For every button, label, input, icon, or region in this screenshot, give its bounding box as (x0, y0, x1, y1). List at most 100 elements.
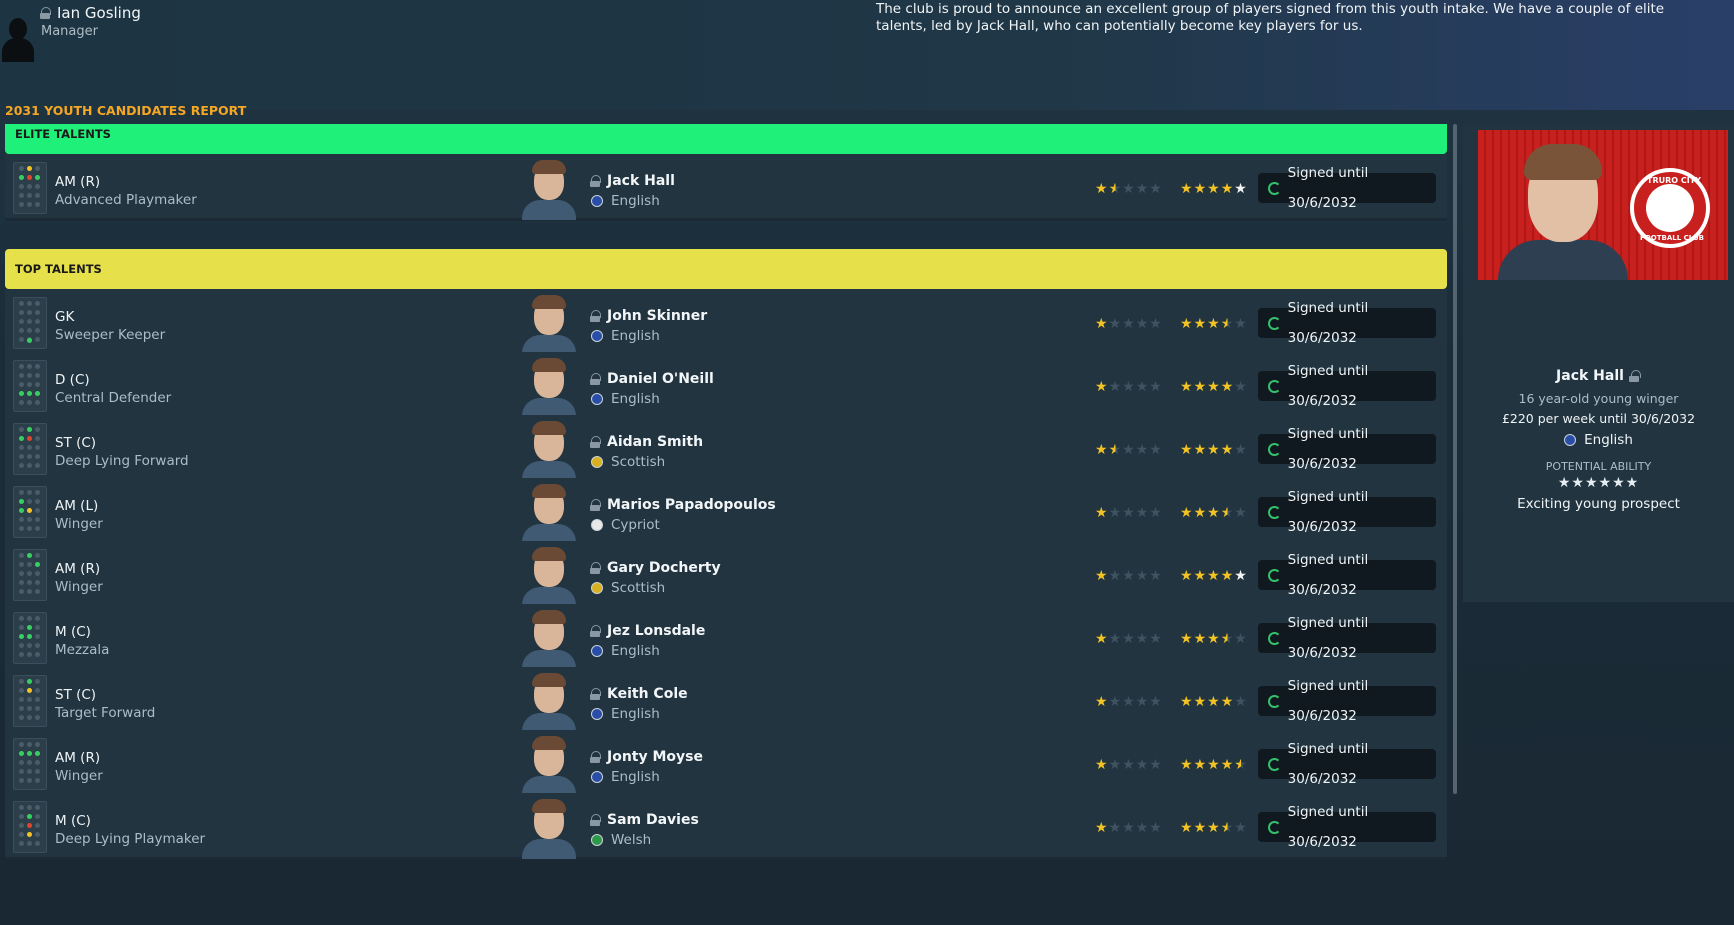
player-face[interactable] (520, 547, 578, 607)
contract-status: Signed until 30/6/2032 (1287, 165, 1369, 211)
current-ability-stars: ★★★★★ (1095, 694, 1163, 710)
potential-ability-stars: ★★★★★ (1180, 631, 1248, 647)
player-row[interactable]: AM (L) Winger Marios Papadopoulos Cypriot ★★… (5, 478, 1447, 545)
contract-status: Signed until 30/6/2032 (1287, 741, 1369, 787)
star-half-icon: ★ (1108, 442, 1123, 458)
player-role: Central Defender (55, 390, 172, 406)
potential-ability-stars: ★★★★★ (1180, 181, 1248, 197)
player-row[interactable]: ST (C) Deep Lying Forward Aidan Smith Scott… (5, 415, 1447, 482)
player-row[interactable]: D (C) Central Defender Daniel O'Neill Engli… (5, 352, 1447, 419)
player-name[interactable]: Aidan Smith (607, 434, 703, 450)
player-row[interactable]: GK Sweeper Keeper John Skinner English ★★★★★… (5, 289, 1447, 356)
star-full-icon: ★ (1207, 379, 1221, 395)
player-face[interactable] (520, 673, 578, 733)
player-face[interactable] (520, 736, 578, 796)
contract-status-button[interactable]: Signed until 30/6/2032 (1258, 741, 1436, 787)
star-full-icon: ★ (1180, 568, 1194, 584)
player-name[interactable]: Jonty Moyse (607, 749, 703, 765)
contract-status-button[interactable]: Signed until 30/6/2032 (1258, 165, 1436, 211)
star-empty-icon: ★ (1149, 379, 1163, 395)
contract-status: Signed until 30/6/2032 (1287, 615, 1369, 661)
player-row[interactable]: AM (R) Winger Gary Docherty Scottish ★★★★★ ★★… (5, 541, 1447, 608)
manager-card[interactable]: Ian Gosling Manager (0, 4, 141, 62)
manager-name[interactable]: Ian Gosling (57, 4, 141, 22)
star-full-icon: ★ (1207, 505, 1221, 521)
star-empty-icon: ★ (1108, 694, 1123, 710)
lock-icon (39, 7, 51, 19)
contract-status-button[interactable]: Signed until 30/6/2032 (1258, 552, 1436, 598)
star-empty-icon: ★ (1135, 820, 1150, 836)
player-row[interactable]: ST (C) Target Forward Keith Cole English ★★★… (5, 667, 1447, 734)
refresh-icon (1268, 820, 1281, 834)
player-face[interactable] (520, 484, 578, 544)
contract-status-button[interactable]: Signed until 30/6/2032 (1258, 804, 1436, 850)
nation-flag-icon (591, 834, 603, 846)
selected-player-name-row[interactable]: Jack Hall (1463, 368, 1734, 384)
current-ability-stars: ★★★★★ (1095, 820, 1163, 836)
list-scrollbar[interactable] (1453, 124, 1457, 794)
contract-status-button[interactable]: Signed until 30/6/2032 (1258, 300, 1436, 346)
star-full-icon: ★ (1193, 505, 1208, 521)
lock-icon (589, 175, 601, 187)
star-empty-icon: ★ (1135, 379, 1150, 395)
player-name[interactable]: Jack Hall (607, 173, 675, 189)
contract-status-button[interactable]: Signed until 30/6/2032 (1258, 363, 1436, 409)
contract-status-button[interactable]: Signed until 30/6/2032 (1258, 426, 1436, 472)
star-empty-icon: ★ (1122, 694, 1136, 710)
star-empty-icon: ★ (1122, 379, 1136, 395)
player-row[interactable]: AM (R) Winger Jonty Moyse English ★★★★★ ★★★★★… (5, 730, 1447, 797)
refresh-icon (1268, 568, 1281, 582)
star-full-icon: ★ (1207, 316, 1221, 332)
header-bar: Ian Gosling Manager The club is proud to… (0, 0, 1734, 110)
lock-icon (589, 688, 601, 700)
star-empty-icon: ★ (1108, 820, 1123, 836)
selected-player-name[interactable]: Jack Hall (1556, 368, 1624, 384)
star-full-icon: ★ (1095, 379, 1109, 395)
player-nationality: Scottish (611, 454, 666, 470)
star-full-icon: ★ (1207, 694, 1221, 710)
player-face[interactable] (520, 421, 578, 481)
refresh-icon (1268, 316, 1281, 330)
player-name[interactable]: Marios Papadopoulos (607, 497, 776, 513)
star-full-icon: ★ (1220, 379, 1235, 395)
player-name[interactable]: Daniel O'Neill (607, 371, 714, 387)
contract-status-button[interactable]: Signed until 30/6/2032 (1258, 678, 1436, 724)
player-position: GK (55, 309, 75, 325)
star-full-icon: ★ (1193, 568, 1208, 584)
current-ability-stars: ★★★★★ (1095, 316, 1163, 332)
player-name[interactable]: Jez Lonsdale (607, 623, 705, 639)
player-name[interactable]: Keith Cole (607, 686, 688, 702)
player-role: Winger (55, 768, 103, 784)
lock-icon (589, 373, 601, 385)
lock-icon (589, 436, 601, 448)
star-full-icon: ★ (1220, 181, 1235, 197)
star-full-icon: ★ (1180, 379, 1194, 395)
player-face[interactable] (520, 160, 578, 220)
player-face[interactable] (520, 610, 578, 670)
player-face[interactable] (520, 799, 578, 859)
player-name[interactable]: John Skinner (607, 308, 707, 324)
player-face[interactable] (520, 295, 578, 355)
contract-status-button[interactable]: Signed until 30/6/2032 (1258, 615, 1436, 661)
player-photo[interactable]: TRURO CITY FOOTBALL CLUB (1478, 130, 1728, 280)
player-nationality: Cypriot (611, 517, 660, 533)
current-ability-stars: ★★★★★ (1095, 505, 1163, 521)
player-row[interactable]: M (C) Mezzala Jez Lonsdale English ★★★★★ ★★★★… (5, 604, 1447, 671)
position-pitch-icon (13, 549, 47, 601)
player-name[interactable]: Sam Davies (607, 812, 699, 828)
star-empty-icon: ★ (1135, 442, 1150, 458)
star-half-icon: ★ (1220, 505, 1235, 521)
player-row[interactable]: AM (R) Advanced Playmaker Jack Hall English… (5, 154, 1447, 221)
contract-status-button[interactable]: Signed until 30/6/2032 (1258, 489, 1436, 535)
position-pitch-icon (13, 297, 47, 349)
star-full-icon: ★ (1180, 181, 1194, 197)
player-role: Winger (55, 516, 103, 532)
player-row[interactable]: M (C) Deep Lying Playmaker Sam Davies Welsh… (5, 793, 1447, 860)
current-ability-stars: ★★★★★ (1095, 757, 1163, 773)
star-empty-icon: ★ (1135, 505, 1150, 521)
player-position: AM (R) (55, 750, 101, 766)
player-face[interactable] (520, 358, 578, 418)
youth-candidates-list[interactable]: ELITE TALENTS TOP TALENTS AM (R) Advanced… (5, 124, 1447, 925)
player-name[interactable]: Gary Docherty (607, 560, 721, 576)
nation-flag-icon (591, 456, 603, 468)
